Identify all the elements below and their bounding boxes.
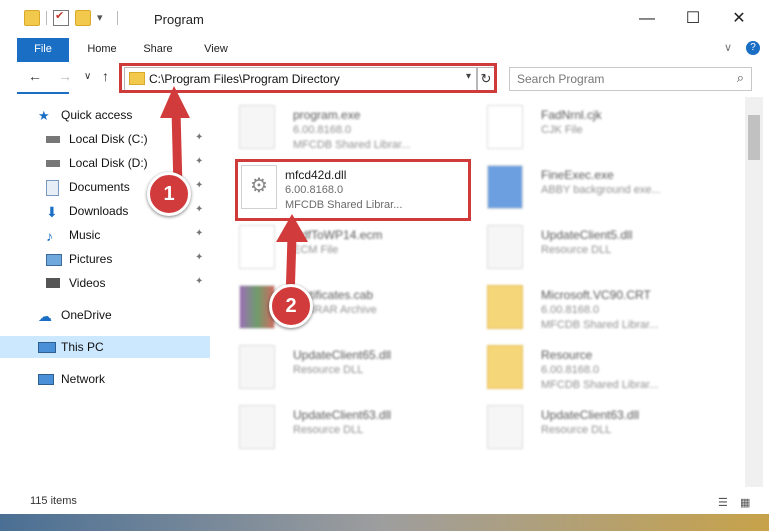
annotation-arrows [160, 86, 308, 305]
details-view-icon[interactable]: ☰ [718, 496, 728, 509]
status-bar: 115 items ☰ ▦ [0, 490, 769, 514]
explorer-window: ▾ Program — ☐ ✕ File Home Share View ∨ ?… [0, 0, 769, 531]
callout-2: 2 [269, 284, 313, 328]
item-count: 115 items [30, 495, 77, 507]
large-icons-view-icon[interactable]: ▦ [740, 496, 750, 509]
callout-1: 1 [147, 172, 191, 216]
desktop-background [0, 514, 769, 531]
arrow-2-head [276, 214, 308, 242]
arrow-1-head [160, 86, 190, 118]
